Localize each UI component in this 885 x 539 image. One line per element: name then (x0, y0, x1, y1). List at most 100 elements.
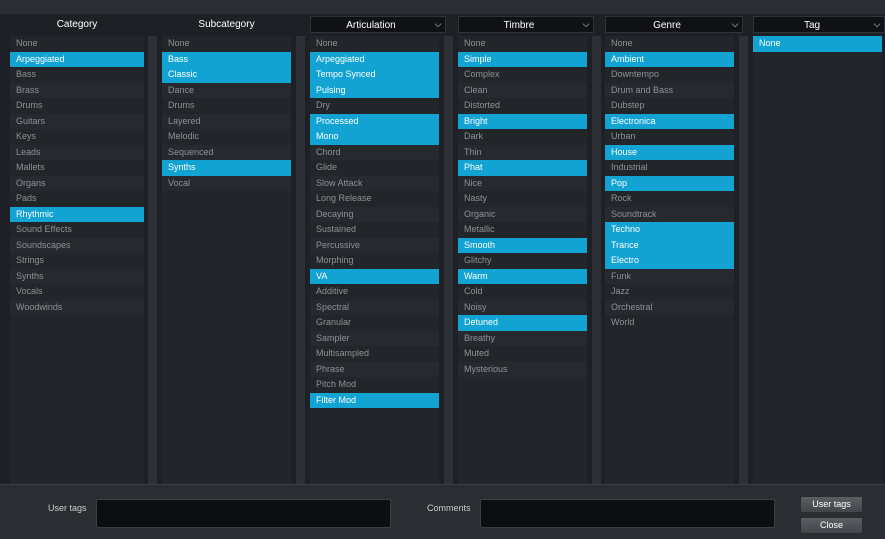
list-item[interactable]: Complex (458, 67, 587, 83)
list-item[interactable]: Vocals (10, 284, 144, 300)
list-item[interactable]: Chord (310, 144, 439, 160)
list-item[interactable]: Funk (605, 268, 734, 284)
list-item[interactable]: Mallets (10, 160, 144, 176)
list-item[interactable]: Morphing (310, 253, 439, 269)
list-item[interactable]: Drums (10, 98, 144, 114)
list-item[interactable]: Woodwinds (10, 299, 144, 315)
list-item[interactable]: Sound Effects (10, 222, 144, 238)
list-item[interactable]: Electronica (605, 113, 734, 129)
list-item[interactable]: Metallic (458, 222, 587, 238)
list-item[interactable]: Sustained (310, 222, 439, 238)
list-item[interactable]: Downtempo (605, 67, 734, 83)
list-item[interactable]: Sampler (310, 330, 439, 346)
articulation-dropdown[interactable]: Articulation ⌵ (310, 16, 446, 33)
list-item[interactable]: Dubstep (605, 98, 734, 114)
list-item[interactable]: Dry (310, 98, 439, 114)
list-item[interactable]: Pitch Mod (310, 377, 439, 393)
list-item[interactable]: None (605, 36, 734, 52)
list-item[interactable]: Melodic (162, 129, 291, 145)
chevron-down-icon[interactable]: ⌵ (870, 17, 884, 32)
list-item[interactable]: Clean (458, 82, 587, 98)
list-item[interactable]: Warm (458, 268, 587, 284)
list-item[interactable]: Rock (605, 191, 734, 207)
genre-dropdown[interactable]: Genre ⌵ (605, 16, 743, 33)
list-item[interactable]: Glide (310, 160, 439, 176)
list-item[interactable]: Bass (10, 67, 144, 83)
list-item[interactable]: Granular (310, 315, 439, 331)
list-genre[interactable]: None Ambient Downtempo Drum and Bass Dubstep… (605, 36, 734, 484)
list-item[interactable]: None (162, 36, 291, 52)
list-item[interactable]: Jazz (605, 284, 734, 300)
list-item[interactable]: Organs (10, 175, 144, 191)
list-item[interactable]: None (310, 36, 439, 52)
list-item[interactable]: Drums (162, 98, 291, 114)
list-item[interactable]: Vocal (162, 175, 291, 191)
list-item[interactable]: Nice (458, 175, 587, 191)
list-item[interactable]: Cold (458, 284, 587, 300)
list-item[interactable]: Bass (162, 51, 291, 67)
list-item[interactable]: Synths (162, 160, 291, 176)
timbre-dropdown[interactable]: Timbre ⌵ (458, 16, 594, 33)
list-articulation[interactable]: None Arpeggiated Tempo Synced Pulsing Dry Pro… (310, 36, 439, 484)
list-item[interactable]: World (605, 315, 734, 331)
list-item[interactable]: Leads (10, 144, 144, 160)
list-item[interactable]: Strings (10, 253, 144, 269)
list-item[interactable]: Muted (458, 346, 587, 362)
list-item[interactable]: Pulsing (310, 82, 439, 98)
comments-field[interactable] (480, 499, 775, 528)
list-category[interactable]: None Arpeggiated Bass Brass Drums Guitars Keys… (10, 36, 144, 484)
list-item[interactable]: Classic (162, 67, 291, 83)
list-item[interactable]: Urban (605, 129, 734, 145)
list-item[interactable]: Percussive (310, 237, 439, 253)
list-item[interactable]: Distorted (458, 98, 587, 114)
list-item[interactable]: Drum and Bass (605, 82, 734, 98)
list-item[interactable]: Rhythmic (10, 206, 144, 222)
list-item[interactable]: Simple (458, 51, 587, 67)
list-item[interactable]: Processed (310, 113, 439, 129)
list-item[interactable]: None (753, 36, 882, 52)
list-item[interactable]: Dance (162, 82, 291, 98)
list-item[interactable]: Brass (10, 82, 144, 98)
list-item[interactable]: Guitars (10, 113, 144, 129)
list-item[interactable]: Soundtrack (605, 206, 734, 222)
list-timbre[interactable]: None Simple Complex Clean Distorted Bright Dar… (458, 36, 587, 484)
list-tag[interactable]: None (753, 36, 882, 484)
list-item[interactable]: Trance (605, 237, 734, 253)
list-item[interactable]: Pop (605, 175, 734, 191)
list-item[interactable]: Glitchy (458, 253, 587, 269)
list-item[interactable]: Ambient (605, 51, 734, 67)
list-item[interactable]: Thin (458, 144, 587, 160)
list-item[interactable]: Sequenced (162, 144, 291, 160)
list-item[interactable]: Arpeggiated (10, 51, 144, 67)
list-item[interactable]: Bright (458, 113, 587, 129)
tag-dropdown[interactable]: Tag ⌵ (753, 16, 885, 33)
chevron-down-icon[interactable]: ⌵ (579, 17, 593, 32)
list-item[interactable]: Industrial (605, 160, 734, 176)
list-item[interactable]: Detuned (458, 315, 587, 331)
list-item[interactable]: Keys (10, 129, 144, 145)
list-item[interactable]: Mono (310, 129, 439, 145)
user-tags-field[interactable] (96, 499, 391, 528)
list-item[interactable]: Filter Mod (310, 392, 439, 408)
list-item[interactable]: Tempo Synced (310, 67, 439, 83)
list-item[interactable]: House (605, 144, 734, 160)
list-item[interactable]: None (10, 36, 144, 52)
list-item[interactable]: Nasty (458, 191, 587, 207)
user-tags-button[interactable]: User tags (800, 496, 863, 513)
list-subcategory[interactable]: None Bass Classic Dance Drums Layered Melodic S… (162, 36, 291, 484)
list-item[interactable]: Soundscapes (10, 237, 144, 253)
chevron-down-icon[interactable]: ⌵ (728, 17, 742, 32)
list-item[interactable]: Noisy (458, 299, 587, 315)
list-item[interactable]: Long Release (310, 191, 439, 207)
list-item[interactable]: Phat (458, 160, 587, 176)
list-item[interactable]: Phrase (310, 361, 439, 377)
list-item[interactable]: VA (310, 268, 439, 284)
list-item[interactable]: Synths (10, 268, 144, 284)
list-item[interactable]: Layered (162, 113, 291, 129)
list-item[interactable]: Mysterious (458, 361, 587, 377)
list-item[interactable]: Multisampled (310, 346, 439, 362)
list-item[interactable]: Electro (605, 253, 734, 269)
list-item[interactable]: Pads (10, 191, 144, 207)
list-item[interactable]: Smooth (458, 237, 587, 253)
list-item[interactable]: None (458, 36, 587, 52)
